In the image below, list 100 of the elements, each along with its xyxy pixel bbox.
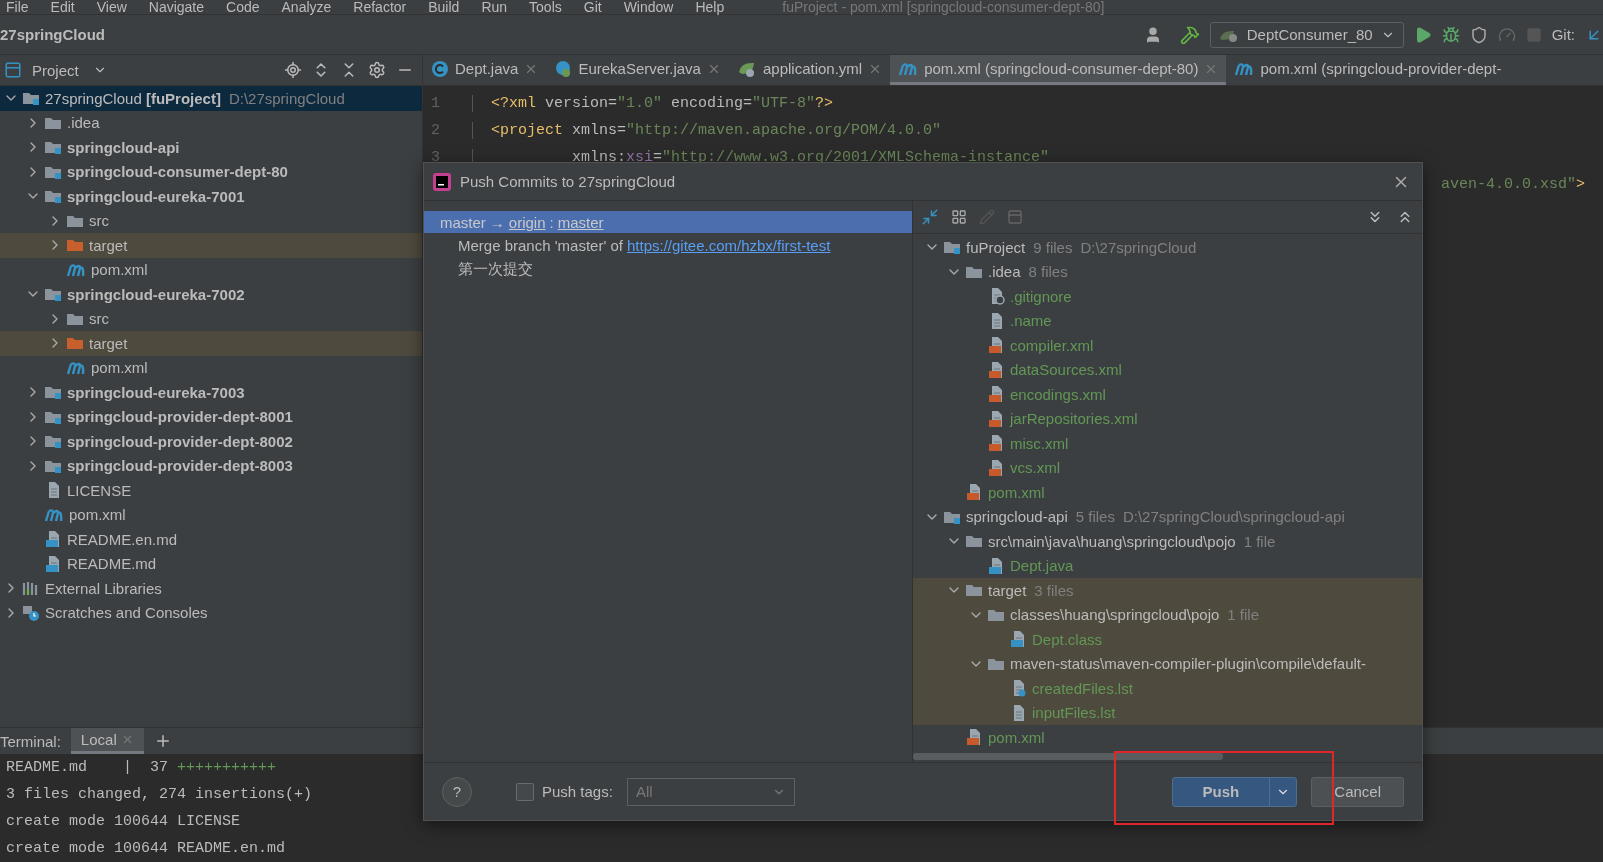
menu-item[interactable]: Analyze <box>281 0 332 14</box>
menu-item[interactable]: View <box>96 0 127 14</box>
item-label: createdFiles.lst <box>1032 679 1133 697</box>
change-item[interactable]: pom.xml <box>913 725 1422 750</box>
change-item[interactable]: src\main\java\huang\springcloud\pojo 1 file <box>913 529 1422 554</box>
menu-item[interactable]: Refactor <box>353 0 407 14</box>
class-icon <box>431 59 449 78</box>
change-item[interactable]: Dept.java <box>913 553 1422 578</box>
change-item[interactable]: .gitignore <box>913 284 1422 309</box>
terminal-line: create mode 100644 README.en.md <box>6 840 286 857</box>
menu-item[interactable]: Run <box>481 0 508 14</box>
commit-link[interactable]: https://gitee.com/hzbx/first-test <box>626 236 831 254</box>
change-item[interactable]: classes\huang\springcloud\pojo 1 file <box>913 602 1422 627</box>
checkbox[interactable] <box>516 782 534 801</box>
tree-item[interactable]: springcloud-provider-dept-8003 <box>0 453 422 478</box>
item-path: D:\27springCloud <box>1080 238 1197 256</box>
change-item[interactable]: encodings.xml <box>913 382 1422 407</box>
item-label: jarRepositories.xml <box>1010 410 1138 428</box>
change-item[interactable]: compiler.xml <box>913 333 1422 358</box>
run-config-dropdown[interactable]: DeptConsumer_80 <box>1209 21 1404 48</box>
tree-item[interactable]: springcloud-eureka-7002 <box>0 282 422 307</box>
menu-item[interactable]: Tools <box>529 0 562 14</box>
editor-tab[interactable]: pom.xml (springcloud-consumer-dept-80) <box>890 55 1227 85</box>
change-item[interactable]: dataSources.xml <box>913 357 1422 382</box>
tree-item[interactable]: springcloud-eureka-7003 <box>0 380 422 405</box>
change-item[interactable]: .idea 8 files <box>913 259 1422 284</box>
change-item[interactable]: jarRepositories.xml <box>913 406 1422 431</box>
maven-icon <box>66 360 86 375</box>
tree-item[interactable]: 27springCloud [fuProject] D:\27springCloud <box>0 86 422 111</box>
change-item[interactable]: target 3 files <box>913 578 1422 603</box>
file-count: 3 files <box>1034 581 1074 599</box>
remote-link[interactable]: origin <box>508 213 546 231</box>
editor-tab[interactable]: Dept.java <box>423 55 547 85</box>
menu-item[interactable]: Window <box>623 0 674 14</box>
item-label: External Libraries <box>45 579 162 597</box>
editor-tab[interactable]: application.yml <box>728 55 891 85</box>
editor-tab[interactable]: pom.xml (springcloud-provider-dept- <box>1226 55 1510 85</box>
arrows-icon[interactable] <box>921 208 939 226</box>
menu-item[interactable]: Git <box>583 0 602 14</box>
file-count: 9 files <box>1033 238 1073 256</box>
tree-item[interactable]: README.md <box>0 551 422 576</box>
item-label: pom.xml <box>91 261 148 279</box>
tree-item[interactable]: Scratches and Consoles <box>0 600 422 625</box>
item-label: springcloud-provider-dept-8001 <box>67 408 293 426</box>
tree-item[interactable]: pom.xml <box>0 355 422 380</box>
excluded-folder-icon <box>66 335 84 352</box>
menu-item[interactable]: Navigate <box>148 0 205 14</box>
item-label: pom.xml <box>988 483 1045 501</box>
change-item[interactable]: .name <box>913 308 1422 333</box>
tree-item[interactable]: pom.xml <box>0 257 422 282</box>
coverage-icon[interactable] <box>1469 25 1488 44</box>
terminal-label: Terminal: <box>0 732 61 750</box>
project-breadcrumb[interactable]: 27springCloud <box>0 26 105 43</box>
change-item[interactable]: vcs.xml <box>913 455 1422 480</box>
settings-icon[interactable] <box>368 61 386 79</box>
cancel-button[interactable]: Cancel <box>1311 776 1404 807</box>
tree-item[interactable]: External Libraries <box>0 576 422 601</box>
code-line: aven-4.0.0.xsd"> <box>1440 176 1585 193</box>
change-item[interactable]: pom.xml <box>913 480 1422 505</box>
group-by-icon[interactable] <box>951 209 967 225</box>
item-label: dataSources.xml <box>1010 361 1122 379</box>
help-button[interactable]: ? <box>442 776 472 807</box>
tree-item[interactable]: src <box>0 306 422 331</box>
tree-item[interactable]: springcloud-provider-dept-8002 <box>0 429 422 454</box>
tree-item[interactable]: springcloud-provider-dept-8001 <box>0 404 422 429</box>
menu-item[interactable]: Code <box>226 0 260 14</box>
change-item[interactable]: maven-status\maven-compiler-plugin\compile\default- <box>913 651 1422 676</box>
libraries-icon <box>22 580 40 597</box>
build-icon[interactable] <box>1179 24 1200 45</box>
menu-item[interactable]: Build <box>428 0 460 14</box>
tree-item[interactable]: target <box>0 331 422 356</box>
tree-item[interactable]: src <box>0 208 422 233</box>
panel-title[interactable]: Project <box>32 61 79 79</box>
tree-item[interactable]: README.en.md <box>0 527 422 552</box>
item-label: pom.xml <box>91 359 148 377</box>
menu-item[interactable]: Help <box>695 0 725 14</box>
tree-item[interactable]: .idea <box>0 110 422 135</box>
tree-item[interactable]: springcloud-eureka-7001 <box>0 184 422 209</box>
menu-item[interactable]: File <box>6 0 29 14</box>
branch-row[interactable]: master → origin : master <box>424 211 912 233</box>
debug-icon[interactable] <box>1441 25 1460 44</box>
tree-item[interactable]: pom.xml <box>0 502 422 527</box>
menu-item[interactable]: Edit <box>50 0 75 14</box>
dialog-title: Push Commits to 27springCloud <box>460 173 677 190</box>
push-button[interactable]: Push <box>1171 776 1298 807</box>
change-item[interactable]: springcloud-api 5 files D:\27springCloud\springcloud-api <box>913 504 1422 529</box>
tree-item[interactable]: springcloud-api <box>0 135 422 160</box>
item-label: target <box>89 236 128 254</box>
module-folder-icon <box>44 384 62 401</box>
terminal-tab[interactable]: Local <box>70 728 144 754</box>
tree-item[interactable]: target <box>0 233 422 258</box>
change-item[interactable]: misc.xml <box>913 431 1422 456</box>
editor-tab[interactable]: EurekaServer.java <box>546 55 729 85</box>
locate-icon[interactable] <box>284 61 302 79</box>
xml-file-icon <box>987 434 1005 453</box>
scrollbar[interactable] <box>913 753 1223 760</box>
target-branch-link[interactable]: master <box>557 213 604 231</box>
tree-item[interactable]: LICENSE <box>0 478 422 503</box>
change-item[interactable]: fuProject 9 files D:\27springCloud <box>913 235 1422 260</box>
tree-item[interactable]: springcloud-consumer-dept-80 <box>0 159 422 184</box>
